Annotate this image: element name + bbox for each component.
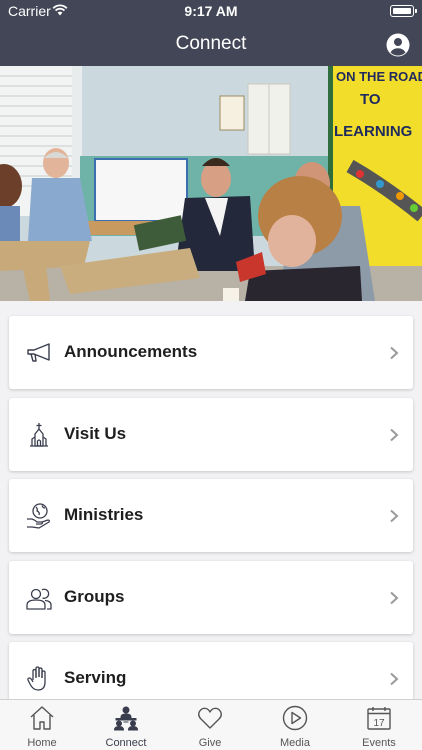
play-icon [282,705,308,731]
tab-events[interactable]: 17 Events [337,700,421,750]
menu-item-label: Ministries [64,505,144,524]
menu-item-label: Announcements [64,342,198,361]
church-icon [30,423,48,447]
tab-label: Connect [105,737,147,749]
tab-bar: Home Connect Give Media 17 Events [0,699,422,750]
tab-label: Events [362,737,396,749]
globe-hand-icon [27,503,50,529]
tab-home[interactable]: Home [0,700,84,750]
people-icon [26,588,52,610]
sign-line-2: TO [360,91,381,108]
tab-label: Home [27,737,57,749]
menu-item-visit-us[interactable]: Visit Us [9,398,413,471]
page-title: Connect [175,33,247,54]
profile-icon[interactable] [386,33,410,57]
tab-label: Give [198,737,222,749]
menu-item-serving[interactable]: Serving [9,642,413,699]
tab-media[interactable]: Media [253,700,337,750]
connect-icon [113,706,139,731]
chevron-right-icon [390,428,399,442]
status-bar: Carrier 9:17 AM [0,0,422,24]
calendar-icon: 17 [367,707,391,730]
navigation-header: Carrier 9:17 AM Connect [0,0,422,66]
chevron-right-icon [390,346,399,360]
menu-item-ministries[interactable]: Ministries [9,479,413,552]
sign-line-1: ON THE ROAD [336,69,422,84]
home-icon [30,706,54,730]
hand-icon [27,666,46,691]
menu-item-label: Visit Us [64,424,127,443]
heart-icon [198,707,222,729]
menu-item-groups[interactable]: Groups [9,561,413,634]
sign-line-3: LEARNING [334,123,412,140]
megaphone-icon [27,343,50,362]
menu-item-label: Serving [64,668,127,687]
tab-connect[interactable]: Connect [84,700,168,750]
hero-photo: ON THE ROAD TO LEARNING [0,66,422,301]
connect-menu-list: Announcements Visit Us Ministries Groups… [0,301,422,699]
tab-label: Media [280,737,310,749]
tab-give[interactable]: Give [168,700,252,750]
chevron-right-icon [390,591,399,605]
menu-item-label: Groups [64,587,125,606]
chevron-right-icon [390,672,399,686]
chevron-right-icon [390,509,399,523]
classroom-illustration: ON THE ROAD TO LEARNING [0,66,422,301]
battery-icon [390,5,417,17]
clock: 9:17 AM [184,3,238,19]
menu-item-announcements[interactable]: Announcements [9,316,413,389]
calendar-day: 17 [373,718,385,729]
